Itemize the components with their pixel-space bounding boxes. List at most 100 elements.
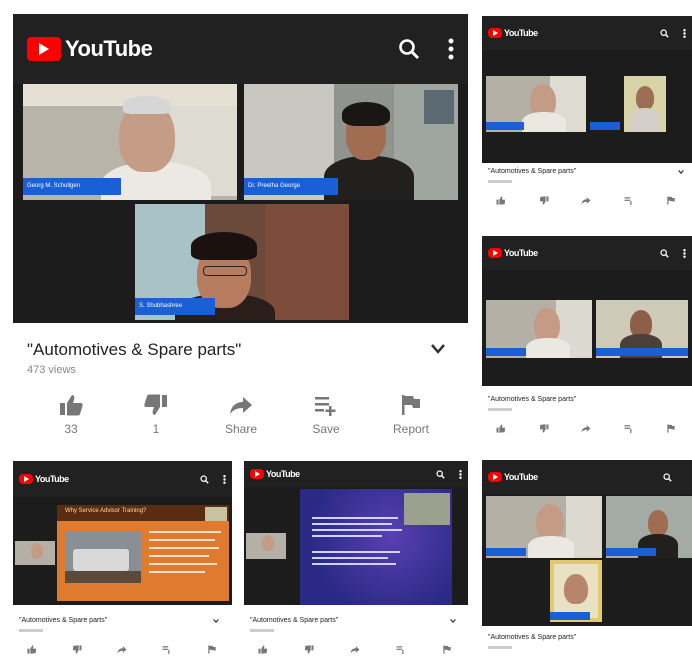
report-button[interactable]: Report <box>381 394 441 436</box>
participant-tile[interactable] <box>624 76 666 132</box>
save-button[interactable]: Save <box>296 394 356 436</box>
more-vert-icon[interactable] <box>448 38 454 60</box>
participant-tile[interactable]: Dr. Preetha George <box>244 84 458 200</box>
app-bar-actions <box>663 472 686 482</box>
youtube-play-icon <box>488 28 502 38</box>
share-icon[interactable] <box>581 424 591 433</box>
action-row <box>496 196 676 205</box>
like-button[interactable]: 33 <box>41 394 101 436</box>
share-label: Share <box>224 422 258 436</box>
participant-tile[interactable]: Georg M. Schullgen <box>23 84 237 200</box>
participant-tile[interactable] <box>486 300 592 358</box>
participant-tile[interactable] <box>486 496 602 558</box>
participant-tile[interactable]: S. Shubhashree <box>135 204 349 320</box>
search-icon[interactable] <box>663 472 672 482</box>
dislike-button[interactable]: 1 <box>126 394 186 436</box>
thumbs-down-icon[interactable] <box>72 645 82 654</box>
thumbs-up-icon <box>60 395 83 416</box>
save-label: Save <box>312 422 340 436</box>
app-bar: YouTube <box>13 461 232 497</box>
search-icon[interactable] <box>200 474 209 484</box>
thumbs-down-icon[interactable] <box>539 196 549 205</box>
thumb-screenshot: YouTube "Automotives & Spare parts" <box>482 460 692 661</box>
youtube-logo[interactable]: YouTube <box>250 469 300 479</box>
view-count: 473 views <box>27 364 76 376</box>
video-title[interactable]: "Automotives & Spare parts" <box>488 396 576 403</box>
youtube-logo[interactable]: YouTube <box>488 248 538 258</box>
app-bar: YouTube <box>13 14 468 84</box>
thumbs-up-icon[interactable] <box>258 645 268 654</box>
slide-heading: Why Service Advisor Training? <box>65 508 147 514</box>
expand-icon[interactable] <box>431 344 445 354</box>
more-vert-icon[interactable] <box>683 248 686 258</box>
playlist-add-icon[interactable] <box>624 196 634 205</box>
share-button[interactable]: Share <box>211 394 271 436</box>
youtube-logo[interactable]: YouTube <box>19 474 69 484</box>
participant-tile[interactable] <box>596 300 688 358</box>
participant-tile[interactable] <box>606 496 692 558</box>
app-bar-actions <box>200 474 226 484</box>
youtube-wordmark: YouTube <box>65 36 153 61</box>
share-icon[interactable] <box>581 196 591 205</box>
participant-tile[interactable] <box>246 533 286 559</box>
flag-icon[interactable] <box>442 645 452 654</box>
youtube-play-icon <box>488 248 502 258</box>
participant-face <box>564 574 588 604</box>
search-icon[interactable] <box>436 469 445 479</box>
playlist-add-icon[interactable] <box>624 424 634 433</box>
playlist-add-icon[interactable] <box>162 645 172 654</box>
more-vert-icon[interactable] <box>223 474 226 484</box>
expand-icon[interactable] <box>450 619 456 623</box>
thumbs-down-icon[interactable] <box>304 645 314 654</box>
participant-tile[interactable] <box>590 76 620 132</box>
shared-slide[interactable]: Why Service Advisor Training? <box>57 505 229 601</box>
action-row <box>27 645 217 654</box>
youtube-logo[interactable]: YouTube <box>27 36 153 62</box>
app-bar: YouTube <box>482 236 692 270</box>
expand-icon[interactable] <box>213 619 219 623</box>
playlist-add-icon <box>315 397 336 416</box>
search-icon[interactable] <box>660 248 669 258</box>
share-icon[interactable] <box>350 645 360 654</box>
participant-body <box>528 536 574 558</box>
thumbs-up-icon[interactable] <box>496 196 506 205</box>
video-title[interactable]: "Automotives & Spare parts" <box>488 634 576 641</box>
thumbs-up-icon[interactable] <box>27 645 37 654</box>
participant-tile[interactable] <box>550 560 602 622</box>
share-icon[interactable] <box>117 645 127 654</box>
video-title[interactable]: "Automotives & Spare parts" <box>19 617 107 624</box>
participant-body <box>526 338 570 358</box>
app-bar: YouTube <box>244 461 468 487</box>
playlist-add-icon[interactable] <box>396 645 406 654</box>
participant-face <box>648 510 668 536</box>
more-vert-icon[interactable] <box>459 469 462 479</box>
video-title[interactable]: "Automotives & Spare parts" <box>250 617 338 624</box>
flag-icon[interactable] <box>666 196 676 205</box>
search-icon[interactable] <box>398 38 420 60</box>
flag-icon[interactable] <box>207 645 217 654</box>
participant-face <box>534 308 560 342</box>
youtube-logo[interactable]: YouTube <box>488 472 538 482</box>
youtube-play-icon <box>250 469 264 479</box>
video-title[interactable]: "Automotives & Spare parts" <box>27 340 241 360</box>
app-bar: YouTube <box>482 16 692 50</box>
participant-tile[interactable] <box>15 541 55 565</box>
youtube-logo[interactable]: YouTube <box>488 28 538 38</box>
expand-icon[interactable] <box>678 170 684 174</box>
participant-face <box>31 543 43 559</box>
thumbs-down-icon <box>144 394 167 415</box>
youtube-play-icon <box>19 474 33 484</box>
flag-icon[interactable] <box>666 424 676 433</box>
app-bar-actions <box>398 38 454 60</box>
app-bar: YouTube <box>482 460 692 494</box>
thumbs-down-icon[interactable] <box>539 424 549 433</box>
report-label: Report <box>392 422 430 436</box>
thumbs-up-icon[interactable] <box>496 424 506 433</box>
shared-slide[interactable] <box>300 489 452 605</box>
video-title[interactable]: "Automotives & Spare parts" <box>488 168 576 175</box>
thumb-screenshot: YouTube "Automotives & Spare parts" <box>482 16 692 226</box>
more-vert-icon[interactable] <box>683 28 686 38</box>
youtube-wordmark: YouTube <box>504 472 538 482</box>
search-icon[interactable] <box>660 28 669 38</box>
participant-tile[interactable] <box>486 76 586 132</box>
